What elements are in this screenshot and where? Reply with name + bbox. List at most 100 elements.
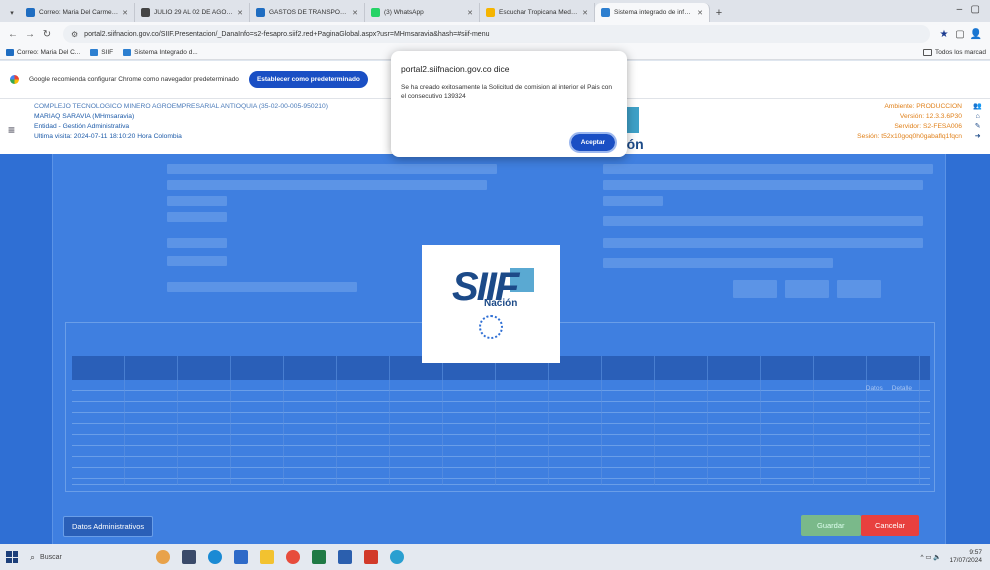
site-info-icon[interactable]: ⚙ xyxy=(71,30,78,39)
search-label: Buscar xyxy=(40,553,62,561)
bookmark-correo[interactable]: Correo: Maria Del C... xyxy=(6,49,80,56)
browser-tab[interactable]: Sistema integrado de informaci ✕ xyxy=(595,3,710,22)
accept-button[interactable]: Aceptar xyxy=(568,132,618,153)
form-field[interactable] xyxy=(167,282,357,292)
form-field[interactable] xyxy=(167,256,227,266)
close-tab-icon[interactable]: ✕ xyxy=(122,9,128,17)
taskbar-search[interactable]: ⌕ Buscar xyxy=(30,548,120,566)
volume-icon[interactable]: 🔈 xyxy=(933,553,941,561)
alert-dialog: portal2.siifnacion.gov.co dice Se ha cre… xyxy=(391,51,627,157)
close-tab-icon[interactable]: ✕ xyxy=(352,9,358,17)
form-row xyxy=(503,180,923,190)
org-name: COMPLEJO TECNOLOGICO MINERO AGROEMPRESAR… xyxy=(34,103,328,110)
new-tab-button[interactable]: + xyxy=(710,3,728,22)
detalle-link[interactable]: Detalle xyxy=(892,385,912,392)
file-explorer-icon[interactable] xyxy=(260,550,274,564)
guardar-button[interactable]: Guardar xyxy=(801,515,861,536)
tab-favicon-icon xyxy=(601,8,610,17)
close-tab-icon[interactable]: ✕ xyxy=(467,9,473,17)
form-field[interactable] xyxy=(603,258,833,268)
form-field[interactable] xyxy=(603,238,923,248)
reload-icon[interactable]: ↻ xyxy=(40,29,54,40)
store-icon[interactable] xyxy=(234,550,248,564)
sesion: Sesión: t52x10goq0h0gabaflq1fqcn xyxy=(857,133,962,140)
user-icon[interactable]: 👥 xyxy=(973,102,982,112)
bookmark-sistema[interactable]: Sistema Integrado d... xyxy=(123,49,198,56)
grid-row-links: Datos Detalle xyxy=(866,385,912,392)
word-icon[interactable] xyxy=(338,550,352,564)
outlook-icon xyxy=(6,49,14,56)
clock[interactable]: 9:57 17/07/2024 xyxy=(949,549,982,565)
form-row xyxy=(67,282,357,292)
tray-chevron-icon[interactable]: ^ xyxy=(921,554,924,561)
menu-hamburger-icon[interactable]: ≡ xyxy=(8,123,15,137)
form-field[interactable] xyxy=(167,180,487,190)
loading-overlay: SIIF Nación xyxy=(422,245,560,363)
set-default-button[interactable]: Establecer como predeterminado xyxy=(248,71,368,88)
datos-link[interactable]: Datos xyxy=(866,385,883,392)
help-icon[interactable]: ✎ xyxy=(973,122,982,132)
forward-icon[interactable]: → xyxy=(23,29,37,40)
form-button[interactable] xyxy=(733,280,777,298)
browser-tab[interactable]: GASTOS DE TRANSPORTE - Goo✕ xyxy=(250,3,365,22)
close-tab-icon[interactable]: ✕ xyxy=(582,9,588,17)
datos-administrativos-button[interactable]: Datos Administrativos xyxy=(63,516,154,537)
search-icon: ⌕ xyxy=(30,551,36,562)
dialog-message: Se ha creado exitosamente la Solicitud d… xyxy=(401,84,613,100)
browser-tab[interactable]: JULIO 29 AL 02 DE AGOSTO.pdf✕ xyxy=(135,3,250,22)
browser-tab[interactable]: Correo: Maria Del Carmen Sara ✕ xyxy=(20,3,135,22)
tab-search-icon[interactable]: ▾ xyxy=(4,3,20,22)
back-icon[interactable]: ← xyxy=(6,29,20,40)
app-icon[interactable] xyxy=(390,550,404,564)
acrobat-icon[interactable] xyxy=(364,550,378,564)
excel-icon[interactable] xyxy=(312,550,326,564)
bookmark-star-icon[interactable]: ★ xyxy=(936,29,952,40)
chrome-taskbar-icon[interactable] xyxy=(286,550,300,564)
form-field[interactable] xyxy=(603,216,923,226)
tab-favicon-icon xyxy=(486,8,495,17)
browser-tab-strip: ▾ Correo: Maria Del Carmen Sara✕JULIO 29… xyxy=(0,0,990,22)
exit-icon[interactable]: ➜ xyxy=(973,132,982,142)
tab-favicon-icon xyxy=(371,8,380,17)
form-field[interactable] xyxy=(167,238,227,248)
form-field[interactable] xyxy=(603,164,933,174)
avatar-widget-icon[interactable] xyxy=(156,550,170,564)
header-env-info: Ambiente: PRODUCCION Versión: 12.3.3.6P3… xyxy=(857,102,962,142)
close-tab-icon[interactable]: ✕ xyxy=(697,9,703,17)
clock-date: 17/07/2024 xyxy=(949,557,982,564)
form-field[interactable] xyxy=(167,196,227,206)
browser-tab[interactable]: (3) WhatsApp ✕ xyxy=(365,3,480,22)
extensions-icon[interactable]: ▢ xyxy=(952,29,968,40)
url-input[interactable]: ⚙ portal2.siifnacion.gov.co/SIIF.Present… xyxy=(63,25,930,43)
form-field[interactable] xyxy=(603,180,923,190)
profile-icon[interactable]: 👤 xyxy=(968,29,984,40)
close-tab-icon[interactable]: ✕ xyxy=(237,9,243,17)
windows-start-icon[interactable] xyxy=(6,551,18,563)
address-bar-row: ← → ↻ ⚙ portal2.siifnacion.gov.co/SIIF.P… xyxy=(0,22,990,46)
network-icon[interactable]: ▭ xyxy=(925,553,931,561)
cancelar-button[interactable]: Cancelar xyxy=(861,515,920,536)
bookmark-label: Correo: Maria Del C... xyxy=(17,49,81,56)
browser-tab[interactable]: Escuchar Tropicana Medellín e ✕ xyxy=(480,3,595,22)
minimize-window-icon[interactable]: – ▢ xyxy=(957,4,980,15)
task-view-icon[interactable] xyxy=(182,550,196,564)
header-icons: 👥 ⌂ ✎ ➜ xyxy=(973,102,982,142)
form-row xyxy=(67,164,497,174)
form-button[interactable] xyxy=(785,280,829,298)
form-field[interactable] xyxy=(603,196,663,206)
bookmark-siif[interactable]: SIIF xyxy=(90,49,113,56)
last-visit: Ultima visita: 2024-07-11 18:10:20 Hora … xyxy=(34,133,182,140)
form-field[interactable] xyxy=(167,164,497,174)
form-row xyxy=(67,212,227,222)
form-button[interactable] xyxy=(837,280,881,298)
tab-favicon-icon xyxy=(141,8,150,17)
tab-title: Correo: Maria Del Carmen Sara xyxy=(39,9,118,16)
entity-name: Entidad - Gestión Administrativa xyxy=(34,123,130,130)
tab-favicon-icon xyxy=(26,8,35,17)
edge-icon[interactable] xyxy=(208,550,222,564)
tabs-container: Correo: Maria Del Carmen Sara✕JULIO 29 A… xyxy=(20,3,710,22)
all-bookmarks[interactable]: Todos los marcad xyxy=(923,49,986,56)
form-row xyxy=(503,216,923,226)
form-field[interactable] xyxy=(167,212,227,222)
home-icon[interactable]: ⌂ xyxy=(973,112,982,122)
